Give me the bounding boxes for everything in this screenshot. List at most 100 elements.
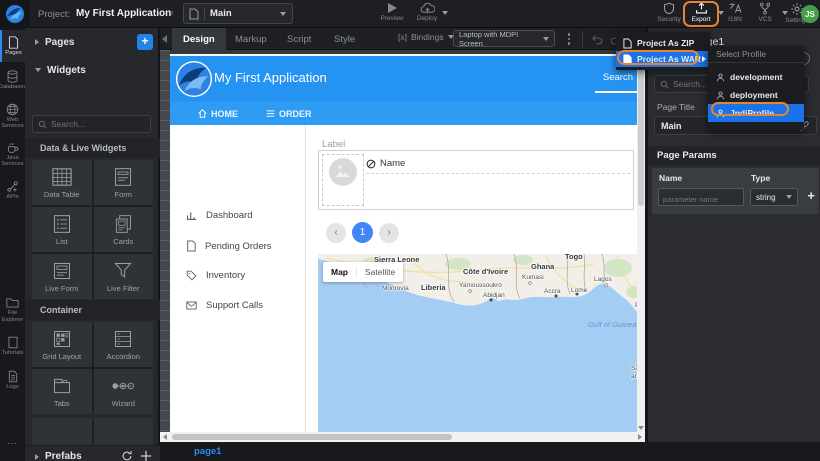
sidebar-item-tutorials[interactable]: Tutorials: [0, 330, 25, 362]
add-prefab-icon[interactable]: [140, 450, 152, 461]
canvas-more-menu[interactable]: [562, 32, 576, 46]
device-selector-dropdown[interactable]: Laptop with MDPI Screen: [453, 30, 555, 47]
app-search-link[interactable]: Search: [595, 72, 637, 93]
menu-item-inventory[interactable]: Inventory: [186, 270, 245, 281]
i18n-label: I18N: [728, 16, 742, 23]
sidebar-more-button[interactable]: ...: [0, 436, 25, 446]
widget-tile-cards[interactable]: Cards: [94, 207, 154, 252]
profile-icon: [716, 91, 725, 100]
menu-item-support-calls[interactable]: Support Calls: [186, 300, 263, 311]
widget-tile-grid-layout[interactable]: Grid Layout: [32, 322, 92, 367]
widget-tile-wizard[interactable]: Wizard: [94, 369, 154, 414]
export-menu: Project As ZIP Project As WAR: [616, 32, 710, 70]
menu-item-project-as-war[interactable]: Project As WAR: [616, 51, 710, 67]
security-button[interactable]: Security: [652, 2, 686, 27]
widget-search-input[interactable]: [51, 119, 141, 129]
user-avatar[interactable]: JS: [801, 5, 819, 23]
file-icon: [623, 38, 632, 49]
page-tab-page1[interactable]: page1: [194, 446, 221, 457]
sidebar-item-java-services[interactable]: Java Services: [0, 136, 25, 172]
globe-icon: [6, 103, 19, 116]
widget-tile-form[interactable]: Form: [94, 160, 154, 205]
sidebar-item-apis[interactable]: APIs: [0, 174, 25, 206]
list-item-name-cell[interactable]: Name: [366, 154, 630, 174]
map-label: Yamoussoukro: [459, 282, 502, 289]
label-widget[interactable]: Label: [322, 139, 345, 150]
widget-tile-data-table[interactable]: Data Table: [32, 160, 92, 205]
app-header[interactable]: My First Application Search: [170, 56, 637, 102]
i18n-button[interactable]: I18N: [718, 2, 752, 27]
canvas-toolbar: Design Markup Script Style [x] Bindings …: [160, 28, 645, 50]
collapse-left-panel-icon[interactable]: [162, 35, 167, 43]
pagination-prev-button[interactable]: ‹: [326, 223, 346, 243]
sidebar-item-databases[interactable]: Databases: [0, 64, 25, 96]
deploy-label: Deploy: [417, 15, 437, 22]
map-label: Monrovia: [382, 285, 409, 292]
menu-item-pending-orders[interactable]: Pending Orders: [186, 240, 272, 252]
prefabs-section-header[interactable]: Prefabs: [25, 445, 160, 461]
pagination: ‹ 1 ›: [326, 222, 399, 243]
scroll-down-arrow[interactable]: [638, 426, 644, 430]
nav-item-home[interactable]: HOME: [198, 109, 238, 119]
app-navbar: HOME ORDER: [170, 102, 637, 125]
menu-item-jndiprofile[interactable]: JndiProfile: [708, 104, 804, 122]
satellite-button[interactable]: Satellite: [356, 267, 403, 277]
param-name-input[interactable]: [663, 195, 739, 204]
undo-icon[interactable]: [590, 33, 603, 45]
form-icon: [113, 167, 133, 187]
sidebar-item-pages[interactable]: Pages: [0, 30, 25, 62]
map-label: Accra: [544, 288, 561, 295]
widget-search[interactable]: [32, 115, 151, 133]
add-param-button[interactable]: +: [807, 188, 815, 203]
data-live-widgets-header: Data & Live Widgets: [25, 138, 160, 158]
pages-section-header[interactable]: Pages +: [25, 28, 160, 56]
widget-tile-partial[interactable]: [32, 418, 92, 445]
canvas-horizontal-scrollbar[interactable]: [160, 432, 645, 442]
menu-item-project-as-zip[interactable]: Project As ZIP: [616, 35, 710, 51]
design-canvas-page[interactable]: My First Application Search HOME ORDER: [170, 54, 637, 432]
menu-item-dashboard[interactable]: Dashboard: [186, 210, 252, 221]
preview-button[interactable]: Preview: [375, 2, 409, 27]
map-button[interactable]: Map: [323, 267, 356, 277]
scroll-right-arrow[interactable]: [638, 434, 642, 440]
widget-tile-partial[interactable]: [94, 418, 154, 445]
sidebar-item-web-services[interactable]: Web Services: [0, 98, 25, 134]
pagination-next-button[interactable]: ›: [379, 223, 399, 243]
brand-logo[interactable]: [0, 0, 30, 28]
deploy-button[interactable]: Deploy: [410, 2, 444, 27]
scrollbar-thumb[interactable]: [172, 434, 452, 440]
menu-item-deployment[interactable]: deployment: [708, 86, 804, 104]
menu-item-development[interactable]: development: [708, 68, 804, 86]
map-widget[interactable]: Map Satellite Sierra Leone Monrovia Libe…: [318, 254, 637, 432]
vcs-button[interactable]: VCS: [748, 2, 782, 27]
list-item-picture-cell[interactable]: [322, 154, 364, 206]
list-widget[interactable]: Name: [318, 150, 634, 210]
page-selector-dropdown[interactable]: Main: [183, 3, 293, 24]
widget-tile-accordion[interactable]: Accordion: [94, 322, 154, 367]
nav-item-order[interactable]: ORDER: [266, 109, 312, 119]
tab-markup[interactable]: Markup: [224, 28, 278, 50]
scroll-left-arrow[interactable]: [163, 434, 167, 440]
preview-label: Preview: [380, 15, 403, 22]
export-button[interactable]: Export: [684, 2, 718, 27]
widget-tile-live-form[interactable]: Live Form: [32, 254, 92, 299]
widget-tile-list[interactable]: List: [32, 207, 92, 252]
add-page-button[interactable]: +: [137, 34, 153, 50]
bindings-button[interactable]: [x] Bindings: [398, 32, 454, 42]
sidebar-item-logs[interactable]: Logs: [0, 364, 25, 396]
param-type-select[interactable]: string: [750, 188, 798, 206]
widget-tile-live-filter[interactable]: Live Filter: [94, 254, 154, 299]
pagination-current-page[interactable]: 1: [352, 222, 373, 243]
tab-style[interactable]: Style: [323, 28, 366, 50]
tab-design[interactable]: Design: [172, 28, 226, 50]
canvas-vertical-scrollbar[interactable]: [637, 50, 645, 432]
map-label: Kumasi: [522, 274, 544, 281]
param-type-header: Type: [751, 173, 770, 183]
scrollbar-thumb[interactable]: [638, 56, 644, 206]
tab-script[interactable]: Script: [276, 28, 322, 50]
widgets-section-header[interactable]: Widgets: [25, 56, 160, 84]
widget-tile-tabs[interactable]: Tabs: [32, 369, 92, 414]
param-name-field[interactable]: [658, 188, 744, 206]
refresh-icon[interactable]: [121, 450, 133, 461]
sidebar-item-file-explorer[interactable]: File Explorer: [0, 292, 25, 328]
